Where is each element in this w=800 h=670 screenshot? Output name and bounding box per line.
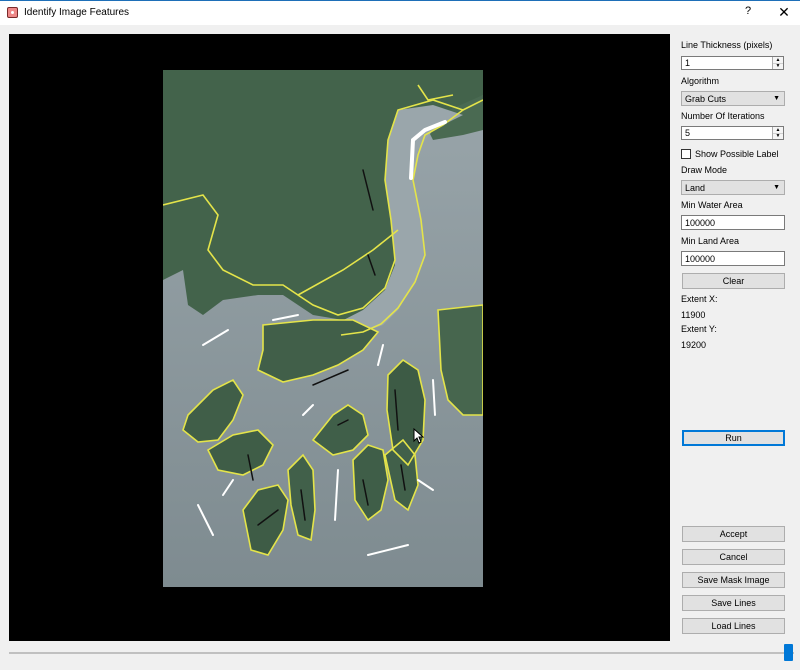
spin-down-icon[interactable]: ▼ bbox=[773, 63, 783, 69]
extent-y-label: Extent Y: bbox=[681, 324, 717, 334]
satellite-image[interactable] bbox=[163, 70, 483, 587]
delta-image bbox=[163, 70, 483, 587]
min-water-input[interactable]: 100000 bbox=[681, 215, 785, 230]
slider-handle[interactable] bbox=[784, 644, 793, 661]
min-land-label: Min Land Area bbox=[681, 236, 740, 246]
save-mask-image-button[interactable]: Save Mask Image bbox=[682, 572, 785, 588]
line-thickness-value: 1 bbox=[685, 58, 691, 68]
show-possible-checkbox[interactable] bbox=[681, 149, 691, 159]
spin-down-icon[interactable]: ▼ bbox=[773, 133, 783, 139]
spin-arrows[interactable]: ▲ ▼ bbox=[772, 57, 783, 69]
min-water-value: 100000 bbox=[685, 218, 716, 228]
help-button[interactable]: ? bbox=[741, 5, 755, 21]
line-thickness-spinbox[interactable]: 1 ▲ ▼ bbox=[681, 56, 784, 70]
save-lines-button[interactable]: Save Lines bbox=[682, 595, 785, 611]
iterations-spinbox[interactable]: 5 ▲ ▼ bbox=[681, 126, 784, 140]
draw-mode-value: Land bbox=[685, 183, 706, 193]
algorithm-label: Algorithm bbox=[681, 76, 720, 86]
extent-x-value: 11900 bbox=[681, 310, 706, 320]
horizontal-slider[interactable] bbox=[9, 644, 794, 661]
line-thickness-label: Line Thickness (pixels) bbox=[681, 40, 773, 50]
iterations-value: 5 bbox=[685, 128, 691, 138]
slider-track[interactable] bbox=[9, 652, 794, 654]
show-possible-label: Show Possible Label bbox=[695, 149, 779, 159]
iterations-label: Number Of Iterations bbox=[681, 111, 765, 121]
min-land-value: 100000 bbox=[685, 254, 716, 264]
algorithm-value: Grab Cuts bbox=[685, 94, 727, 104]
accept-button[interactable]: Accept bbox=[682, 526, 785, 542]
draw-mode-label: Draw Mode bbox=[681, 165, 728, 175]
algorithm-dropdown[interactable]: Grab Cuts ▼ bbox=[681, 91, 785, 106]
spin-arrows[interactable]: ▲ ▼ bbox=[772, 127, 783, 139]
close-button[interactable]: ✕ bbox=[776, 4, 792, 20]
chevron-down-icon: ▼ bbox=[773, 184, 780, 191]
run-button[interactable]: Run bbox=[682, 430, 785, 446]
app-icon bbox=[7, 7, 18, 18]
chevron-down-icon: ▼ bbox=[773, 95, 780, 102]
draw-mode-dropdown[interactable]: Land ▼ bbox=[681, 180, 785, 195]
cancel-button[interactable]: Cancel bbox=[682, 549, 785, 565]
clear-button[interactable]: Clear bbox=[682, 273, 785, 289]
mouse-cursor-icon bbox=[413, 428, 425, 444]
window-title: Identify Image Features bbox=[24, 7, 130, 18]
load-lines-button[interactable]: Load Lines bbox=[682, 618, 785, 634]
title-bar: Identify Image Features ? ✕ bbox=[0, 0, 800, 25]
min-land-input[interactable]: 100000 bbox=[681, 251, 785, 266]
min-water-label: Min Water Area bbox=[681, 200, 743, 210]
extent-y-value: 19200 bbox=[681, 340, 707, 350]
extent-x-label: Extent X: bbox=[681, 294, 718, 304]
